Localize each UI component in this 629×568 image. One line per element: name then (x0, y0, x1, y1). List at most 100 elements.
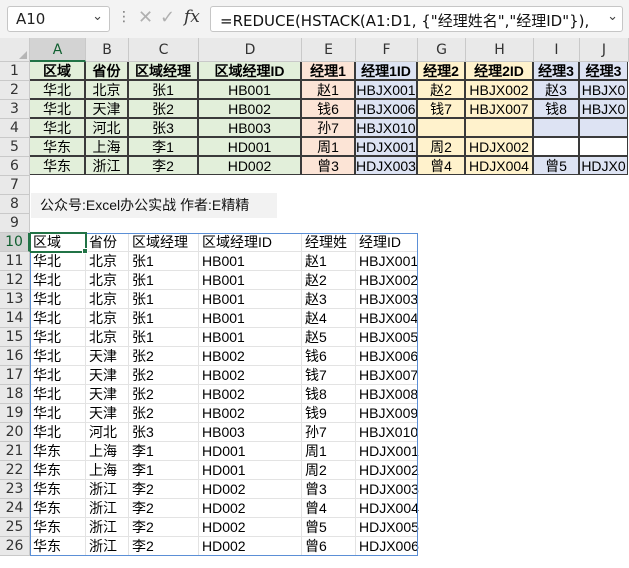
result-cell[interactable]: 浙江 (86, 537, 129, 556)
result-cell[interactable]: HDJX004 (356, 499, 419, 518)
row-header-24[interactable]: 24 (0, 499, 30, 518)
source-cell[interactable]: 周1 (301, 137, 355, 156)
result-cell[interactable]: 华北 (30, 309, 86, 328)
source-cell[interactable]: 华北 (29, 80, 85, 99)
result-cell[interactable]: 李1 (129, 442, 199, 461)
row-header-23[interactable]: 23 (0, 480, 30, 499)
result-cell[interactable]: 华北 (30, 252, 86, 271)
source-cell[interactable]: 赵2 (417, 80, 465, 99)
row-header-14[interactable]: 14 (0, 309, 30, 328)
result-cell[interactable]: 赵5 (302, 328, 356, 347)
result-cell[interactable]: HDJX006 (356, 537, 419, 556)
source-cell[interactable]: 天津 (85, 99, 128, 118)
row-header-20[interactable]: 20 (0, 423, 30, 442)
column-header-i[interactable]: I (534, 38, 580, 62)
result-cell[interactable]: HDJX005 (356, 518, 419, 537)
row-header-19[interactable]: 19 (0, 404, 30, 423)
result-cell[interactable]: 北京 (86, 252, 129, 271)
result-cell[interactable]: HBJX005 (356, 328, 418, 347)
row-header-16[interactable]: 16 (0, 347, 30, 366)
row-header-2[interactable]: 2 (0, 81, 30, 100)
result-cell[interactable]: HD002 (199, 537, 302, 556)
result-header[interactable]: 省份 (86, 233, 129, 252)
source-cell[interactable]: 李1 (128, 137, 198, 156)
source-cell[interactable]: HBJX001 (355, 80, 417, 99)
source-cell[interactable]: 曾5 (533, 156, 579, 175)
column-header-a[interactable]: A (30, 38, 86, 62)
result-cell[interactable]: 李2 (129, 480, 199, 499)
source-cell[interactable]: HDJX001 (355, 137, 417, 156)
result-cell[interactable]: 钱6 (302, 347, 356, 366)
row-header-3[interactable]: 3 (0, 100, 30, 119)
source-cell[interactable]: 华北 (29, 99, 85, 118)
result-cell[interactable]: HB002 (199, 347, 302, 366)
column-header-e[interactable]: E (302, 38, 356, 62)
cancel-icon[interactable]: ✕ (138, 7, 153, 28)
source-cell[interactable]: 华东 (29, 156, 85, 175)
result-cell[interactable]: 张3 (129, 423, 199, 442)
result-cell[interactable]: HBJX004 (356, 309, 418, 328)
result-cell[interactable]: HB001 (199, 309, 302, 328)
source-header-a[interactable]: 区域 (29, 61, 85, 80)
source-cell[interactable] (417, 118, 465, 137)
result-cell[interactable]: 张1 (129, 328, 199, 347)
result-cell[interactable]: HBJX003 (356, 290, 418, 309)
result-cell[interactable]: 周1 (302, 442, 356, 461)
source-cell[interactable]: 河北 (85, 118, 128, 137)
source-cell[interactable]: 钱7 (417, 99, 465, 118)
result-cell[interactable]: 赵1 (302, 252, 356, 271)
result-header[interactable]: 区域经理ID (199, 233, 302, 252)
source-cell[interactable] (579, 118, 628, 137)
source-cell[interactable]: 曾4 (417, 156, 465, 175)
result-cell[interactable]: HBJX007 (356, 366, 418, 385)
row-header-15[interactable]: 15 (0, 328, 30, 347)
result-cell[interactable]: HD001 (199, 461, 302, 480)
result-cell[interactable]: HBJX008 (356, 385, 418, 404)
source-cell[interactable]: 曾3 (301, 156, 355, 175)
result-cell[interactable]: 华北 (30, 347, 86, 366)
row-header-12[interactable]: 12 (0, 271, 30, 290)
result-cell[interactable]: 张2 (129, 347, 199, 366)
source-cell[interactable]: HB002 (198, 99, 301, 118)
source-cell[interactable]: 周2 (417, 137, 465, 156)
result-cell[interactable]: 华北 (30, 271, 86, 290)
result-cell[interactable]: 李2 (129, 537, 199, 556)
result-cell[interactable]: 张2 (129, 385, 199, 404)
column-header-g[interactable]: G (418, 38, 466, 62)
result-cell[interactable]: 赵4 (302, 309, 356, 328)
result-cell[interactable]: 华北 (30, 385, 86, 404)
column-header-b[interactable]: B (86, 38, 129, 62)
result-cell[interactable]: HBJX001 (356, 252, 418, 271)
result-cell[interactable]: HDJX001 (356, 442, 419, 461)
result-cell[interactable]: 华东 (30, 480, 86, 499)
result-cell[interactable]: 天津 (86, 385, 129, 404)
source-cell[interactable] (533, 118, 579, 137)
result-cell[interactable]: 张2 (129, 404, 199, 423)
source-cell[interactable]: HBJX007 (465, 99, 533, 118)
row-header-17[interactable]: 17 (0, 366, 30, 385)
row-header-8[interactable]: 8 (0, 195, 30, 214)
source-cell[interactable]: 赵3 (533, 80, 579, 99)
result-cell[interactable]: HBJX009 (356, 404, 418, 423)
result-cell[interactable]: 华北 (30, 366, 86, 385)
column-header-c[interactable]: C (129, 38, 199, 62)
result-cell[interactable]: HB003 (199, 423, 302, 442)
result-cell[interactable]: 赵3 (302, 290, 356, 309)
source-cell[interactable]: HB003 (198, 118, 301, 137)
source-cell[interactable]: 张1 (128, 80, 198, 99)
row-header-6[interactable]: 6 (0, 157, 30, 176)
expand-formula-icon[interactable]: ⌄ (607, 9, 618, 24)
result-cell[interactable]: 周2 (302, 461, 356, 480)
source-header-j[interactable]: 经理3 (579, 61, 628, 80)
fill-handle[interactable] (82, 248, 88, 254)
source-cell[interactable]: 浙江 (85, 156, 128, 175)
enter-icon[interactable]: ✓ (160, 7, 175, 28)
result-cell[interactable]: HD001 (199, 442, 302, 461)
source-cell[interactable]: 华东 (29, 137, 85, 156)
source-cell[interactable]: HBJX002 (465, 80, 533, 99)
result-cell[interactable]: 北京 (86, 290, 129, 309)
row-header-21[interactable]: 21 (0, 442, 30, 461)
source-cell[interactable]: HD002 (198, 156, 301, 175)
result-cell[interactable]: HB001 (199, 328, 302, 347)
result-cell[interactable]: 北京 (86, 309, 129, 328)
